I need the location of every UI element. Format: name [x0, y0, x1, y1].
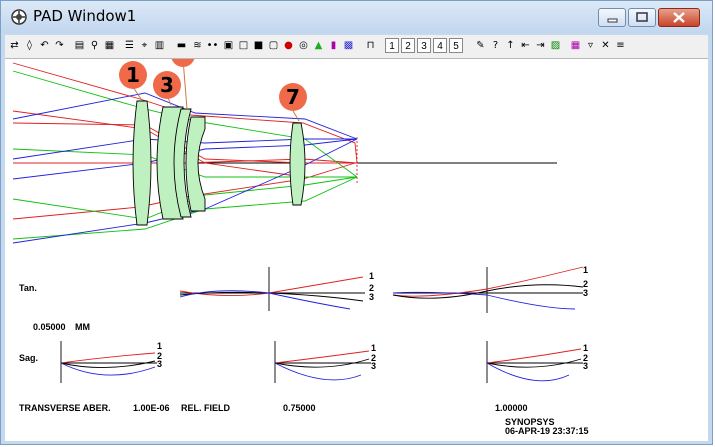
sag-plot-2	[274, 341, 371, 383]
sag2-ray-label-1: 1	[371, 343, 377, 353]
image-icon[interactable]: ▦	[568, 38, 583, 54]
sag-label: Sag.	[19, 353, 39, 363]
synopsys-app-icon	[11, 9, 27, 25]
rel-field-label: REL. FIELD	[181, 403, 230, 413]
minimize-icon	[607, 18, 618, 23]
transverse-aberration-label: TRANSVERSE ABER.	[19, 403, 111, 413]
timestamp: 06-APR-19 23:37:15	[505, 426, 589, 436]
toolbar: ⇄ ◊ ↶ ↷ ▤ ⚲ ▦ ☰ ⌖ ▥ ▬ ≋ •• ▣ □ ■ ▢ ● ◎ ▲…	[5, 35, 708, 59]
tan-label: Tan.	[19, 283, 37, 293]
zoom-icon[interactable]: ⚲	[87, 38, 102, 54]
histogram-icon[interactable]: ▲	[311, 38, 326, 54]
field-button-4[interactable]: 4	[433, 38, 447, 53]
ruler-icon[interactable]: ⊓	[363, 38, 378, 54]
window-title: PAD Window1	[33, 7, 137, 25]
surface-marker-3: 3	[153, 71, 181, 99]
filled-square-icon[interactable]: ■	[251, 38, 266, 54]
field-full-value: 1.00000	[495, 403, 528, 413]
target-icon[interactable]: ◎	[296, 38, 311, 54]
lens-drawing	[12, 59, 584, 383]
cross-icon[interactable]: ✕	[598, 38, 613, 54]
surface-marker-1: 1	[119, 61, 147, 89]
field-button-3[interactable]: 3	[417, 38, 431, 53]
square-icon[interactable]: ▣	[221, 38, 236, 54]
sag3-ray-label-1: 1	[583, 343, 589, 353]
edit-icon[interactable]: ✎	[473, 38, 488, 54]
sag2-ray-label-3: 3	[371, 361, 377, 371]
last-icon[interactable]: ⇥	[533, 38, 548, 54]
frame-icon[interactable]: ▢	[266, 38, 281, 54]
sag-plot-1	[60, 341, 157, 383]
field-button-5[interactable]: 5	[449, 38, 463, 53]
maximize-button[interactable]	[628, 8, 656, 27]
tan2-ray-label-3: 3	[583, 288, 589, 298]
print-icon[interactable]: ▤	[72, 38, 87, 54]
red-dot-icon[interactable]: ●	[281, 38, 296, 54]
cursor-icon[interactable]: ⌖	[137, 38, 152, 54]
menu-icon[interactable]: ≡	[613, 38, 628, 54]
up-arrow-icon[interactable]: ↑	[503, 38, 518, 54]
sag1-ray-label-1: 1	[157, 341, 163, 351]
surface-marker-7: 7	[279, 83, 307, 111]
list-icon[interactable]: ☰	[122, 38, 137, 54]
adjust-icon[interactable]: ⇄	[7, 38, 22, 54]
first-icon[interactable]: ⇤	[518, 38, 533, 54]
pad-canvas: 1 3 7 1 2 3 1 2 3 1 2 3 1 2 3 1 2 3 Tan.…	[5, 59, 708, 441]
field-button-1[interactable]: 1	[385, 38, 399, 53]
help-icon[interactable]: ?	[488, 38, 503, 54]
scale-value: 0.05000	[33, 322, 66, 332]
lens-element-7	[289, 122, 306, 206]
spectrum-icon[interactable]: ▩	[341, 38, 356, 54]
redo-icon[interactable]: ↷	[52, 38, 67, 54]
title-bar[interactable]: PAD Window1	[1, 1, 712, 33]
lens-icon[interactable]: ◊	[22, 38, 37, 54]
field-mid-value: 0.75000	[283, 403, 316, 413]
marker-partial	[171, 59, 195, 67]
scale-unit: MM	[75, 322, 90, 332]
tan-plot-2	[392, 266, 584, 313]
tan1-ray-label-3: 3	[369, 292, 375, 302]
lens-element-1	[132, 100, 152, 226]
dots-icon[interactable]: ••	[205, 38, 220, 54]
empty-square-icon[interactable]: □	[236, 38, 251, 54]
grid-icon[interactable]: ▦	[102, 38, 117, 54]
lens-element-4	[185, 116, 206, 212]
field-button-2[interactable]: 2	[401, 38, 415, 53]
sag3-ray-label-3: 3	[583, 361, 589, 371]
sag-plot-3	[486, 341, 583, 383]
tan1-ray-label-1: 1	[369, 271, 375, 281]
pad-window: PAD Window1 ⇄ ◊ ↶ ↷ ▤ ⚲ ▦ ☰ ⌖ ▥ ▬ ≋ •• ▣…	[0, 0, 713, 445]
sag1-ray-label-3: 3	[157, 359, 163, 369]
chart-icon[interactable]: ▥	[152, 38, 167, 54]
filter-icon[interactable]: ▿	[583, 38, 598, 54]
close-button[interactable]	[658, 8, 700, 27]
rays-icon[interactable]: ≋	[190, 38, 205, 54]
bars-icon[interactable]: ▮	[326, 38, 341, 54]
tan-plot-1	[179, 267, 365, 311]
maximize-icon	[636, 12, 648, 22]
tan2-ray-label-1: 1	[583, 265, 589, 275]
undo-icon[interactable]: ↶	[37, 38, 52, 54]
wavelength-value: 1.00E-06	[133, 403, 170, 413]
minimize-button[interactable]	[598, 8, 626, 27]
chart-color-icon[interactable]: ▨	[548, 38, 563, 54]
close-icon	[673, 12, 685, 23]
table-icon[interactable]: ▬	[174, 38, 189, 54]
